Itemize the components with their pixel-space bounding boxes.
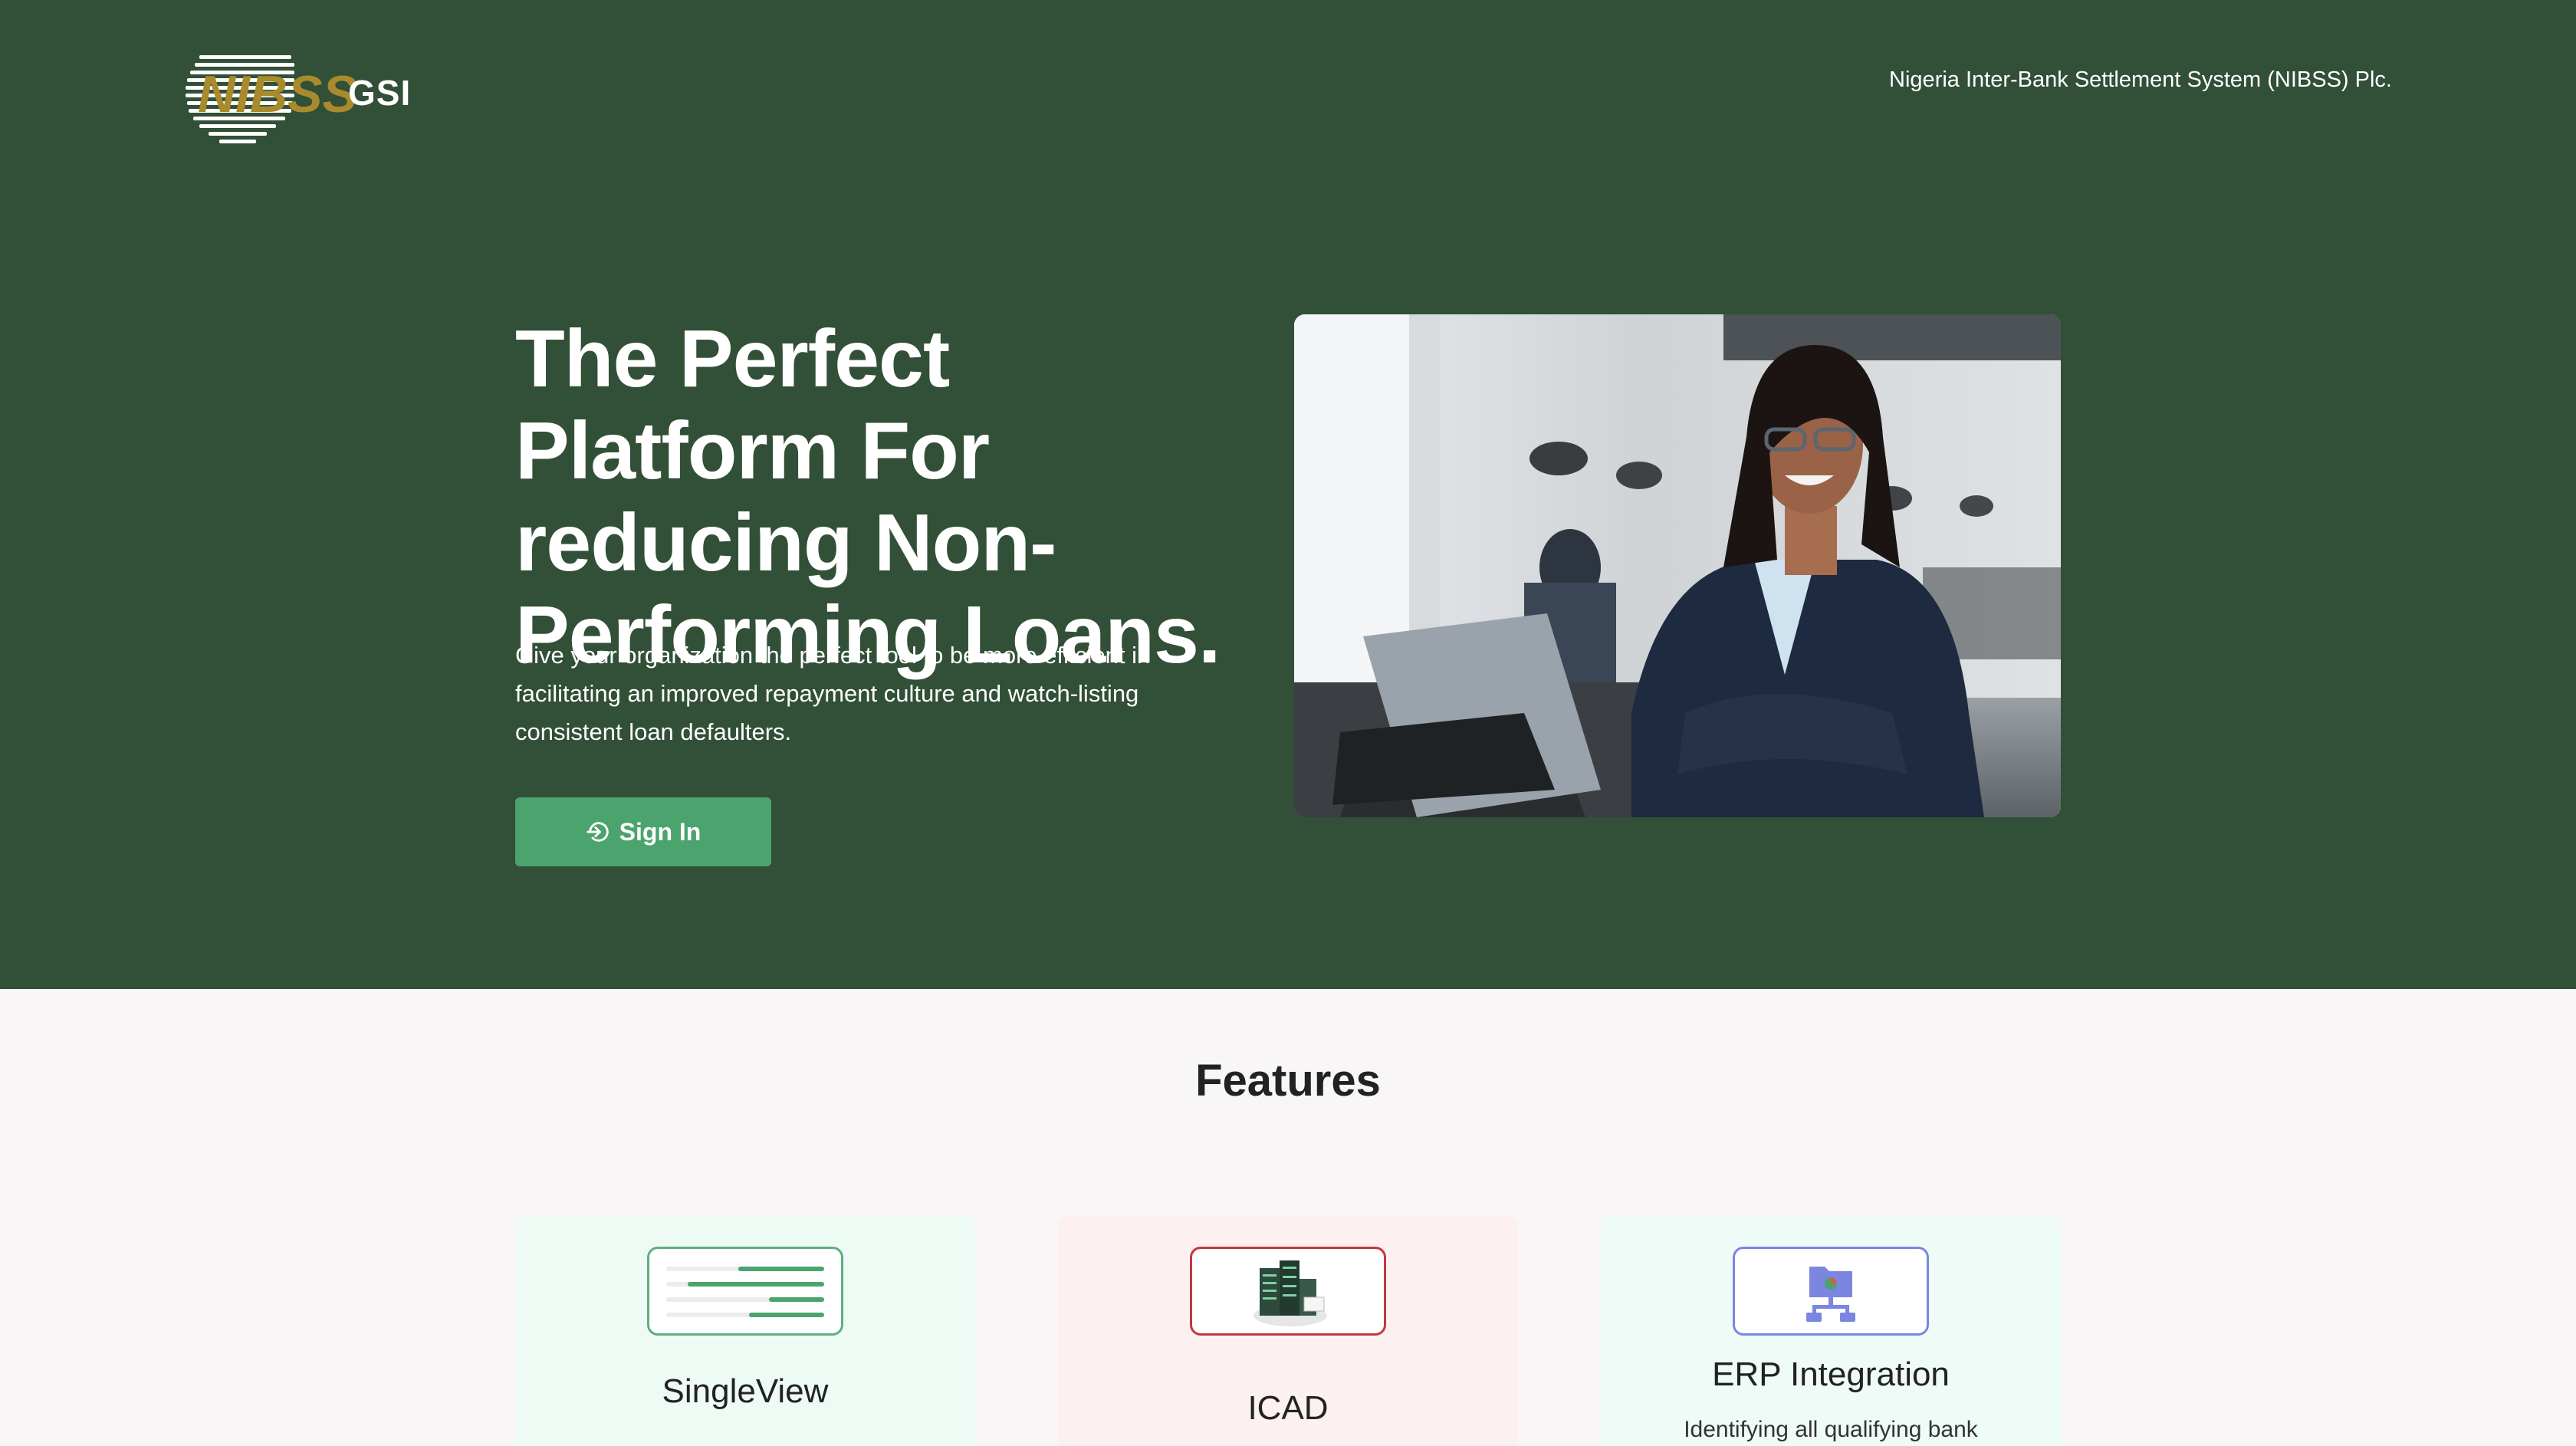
sign-in-button[interactable]: Sign In — [515, 797, 771, 866]
org-name: Nigeria Inter-Bank Settlement System (NI… — [1889, 67, 2392, 92]
list-bars-icon — [647, 1247, 843, 1336]
feature-title: ERP Integration — [1712, 1356, 1950, 1393]
feature-card-singleview[interactable]: SingleView — [515, 1216, 975, 1446]
sign-in-icon — [586, 822, 609, 842]
feature-description: Identifying all qualifying bank — [1684, 1417, 1978, 1442]
hero-photo — [1294, 314, 2061, 817]
logo-gsi-text: GSI — [348, 73, 412, 113]
sign-in-label: Sign In — [619, 817, 702, 846]
feature-title: ICAD — [1247, 1389, 1329, 1427]
feature-title: SingleView — [662, 1372, 829, 1410]
server-cluster-icon — [1190, 1247, 1386, 1336]
svg-text:NIBSS: NIBSS — [198, 65, 357, 123]
features-title: Features — [1195, 1056, 1381, 1106]
hero-headline: The Perfect Platform For reducing Non-Pe… — [515, 314, 1221, 680]
hero-description: Give your organization the perfect tool … — [515, 642, 1151, 745]
feature-card-icad[interactable]: ICAD — [1058, 1216, 1518, 1446]
hero-section: NIBSS GSI Nigeria Inter-Bank Settlement … — [0, 0, 2576, 989]
network-folder-icon — [1733, 1247, 1929, 1336]
feature-card-erp-integration[interactable]: ERP Integration Identifying all qualifyi… — [1601, 1216, 2061, 1446]
